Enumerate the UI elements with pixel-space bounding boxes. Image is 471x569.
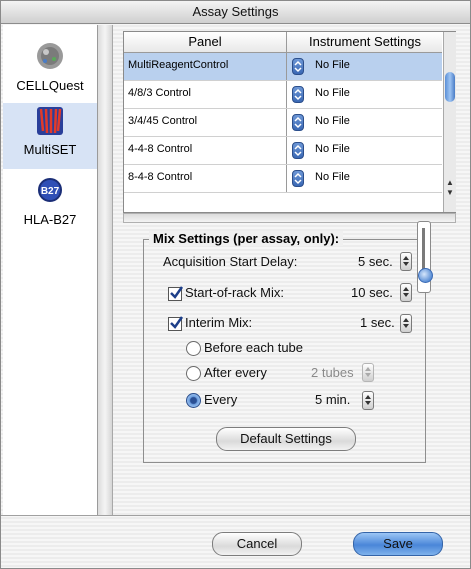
table-row[interactable]: 4/8/3 Control No File (124, 81, 442, 109)
table-row[interactable]: 4-4-8 Control No File (124, 137, 442, 165)
interim-mix-label: Interim Mix: (185, 315, 253, 330)
multiset-icon (37, 107, 63, 135)
start-of-rack-value: 10 sec. (351, 285, 393, 300)
panel-name: MultiReagentControl (128, 59, 229, 71)
settings-value: No File (315, 87, 350, 99)
vertical-slider[interactable] (417, 221, 433, 293)
sidebar-item-label: CELLQuest (16, 78, 84, 93)
after-every-stepper[interactable] (362, 363, 374, 382)
settings-popup-button[interactable] (292, 114, 304, 131)
start-of-rack-checkbox[interactable] (168, 286, 184, 301)
every-stepper[interactable] (362, 391, 374, 410)
table-row[interactable]: 8-4-8 Control No File (124, 165, 442, 193)
svg-text:B27: B27 (41, 186, 60, 197)
panel-name: 3/4/45 Control (128, 115, 198, 127)
sidebar-item-multiset[interactable]: MultiSET (3, 103, 97, 169)
sidebar-item-label: HLA-B27 (23, 212, 77, 227)
window-title: Assay Settings (1, 1, 470, 24)
table-vertical-scrollbar[interactable]: ▲ ▼ (443, 32, 456, 212)
settings-value: No File (315, 143, 350, 155)
settings-value: No File (315, 59, 350, 71)
every-value: 5 min. (315, 392, 351, 407)
cancel-button[interactable]: Cancel (212, 532, 302, 556)
slider-knob[interactable] (418, 268, 433, 283)
after-every-value: 2 tubes (311, 365, 354, 380)
panel-name: 4/8/3 Control (128, 87, 191, 99)
settings-value: No File (315, 115, 350, 127)
radio-before-each-tube-label: Before each tube (204, 340, 304, 355)
panel-name: 8-4-8 Control (128, 171, 193, 183)
scrollbar-thumb[interactable] (445, 72, 455, 102)
radio-after-every-label: After every (204, 365, 267, 380)
sidebar-item-hla-b27[interactable]: B27 HLA-B27 (3, 177, 97, 227)
radio-before-each-tube[interactable] (186, 341, 201, 356)
sidebar: CELLQuest MultiSET B27 HLA-B27 (3, 25, 98, 515)
interim-mix-stepper[interactable] (400, 314, 412, 333)
column-header-instrument-settings[interactable]: Instrument Settings (286, 32, 443, 52)
acquisition-delay-stepper[interactable] (400, 252, 412, 271)
scroll-down-arrow-icon[interactable]: ▼ (446, 188, 454, 197)
start-of-rack-label: Start-of-rack Mix: (185, 285, 284, 300)
radio-after-every[interactable] (186, 366, 201, 381)
dialog-footer: Cancel Save (1, 515, 470, 569)
radio-every[interactable] (186, 393, 201, 408)
default-settings-button[interactable]: Default Settings (216, 427, 356, 451)
start-of-rack-stepper[interactable] (400, 283, 412, 302)
sidebar-item-cellquest[interactable]: CELLQuest (3, 39, 97, 93)
settings-popup-button[interactable] (292, 58, 304, 75)
radio-every-label: Every (204, 392, 238, 407)
scroll-up-arrow-icon[interactable]: ▲ (446, 178, 454, 187)
column-header-panel[interactable]: Panel (124, 32, 286, 52)
panel-table: Panel Instrument Settings MultiReagentCo… (123, 31, 456, 213)
save-button[interactable]: Save (353, 532, 443, 556)
settings-popup-button[interactable] (292, 86, 304, 103)
settings-value: No File (315, 171, 350, 183)
split-view-divider[interactable] (98, 25, 113, 515)
table-row[interactable]: 3/4/45 Control No File (124, 109, 442, 137)
settings-popup-button[interactable] (292, 170, 304, 187)
main-content: Panel Instrument Settings MultiReagentCo… (113, 25, 468, 515)
panel-name: 4-4-8 Control (128, 143, 193, 155)
cellquest-icon (37, 43, 63, 69)
table-horizontal-scrollbar[interactable] (123, 213, 456, 223)
interim-mix-checkbox[interactable] (168, 316, 184, 331)
sidebar-item-label: MultiSET (23, 142, 77, 157)
acquisition-delay-label: Acquisition Start Delay: (163, 254, 298, 269)
table-header: Panel Instrument Settings (124, 32, 442, 53)
interim-mix-value: 1 sec. (360, 315, 395, 330)
mix-settings-title: Mix Settings (per assay, only): (149, 231, 344, 246)
assay-settings-window: Assay Settings CELLQuest MultiSET B27 HL… (0, 0, 471, 569)
b27-icon: B27 (38, 178, 62, 202)
table-row[interactable]: MultiReagentControl No File (124, 53, 442, 81)
settings-popup-button[interactable] (292, 142, 304, 159)
acquisition-delay-value: 5 sec. (358, 254, 393, 269)
